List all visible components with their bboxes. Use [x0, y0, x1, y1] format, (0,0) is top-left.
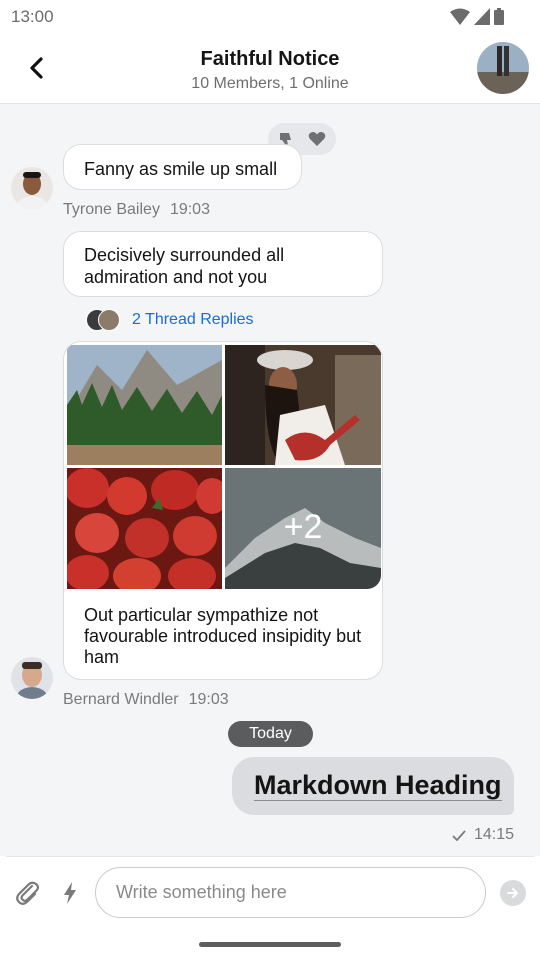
image-snowy-mountain[interactable]: +2 [225, 468, 381, 589]
message-list[interactable]: Fanny as smile up small Tyrone Bailey 19:… [0, 105, 540, 855]
message-input[interactable] [96, 868, 485, 917]
battery-icon [494, 8, 504, 25]
thread-avatars [86, 309, 122, 331]
sender-name: Tyrone Bailey [63, 201, 160, 218]
media-message[interactable]: +2 Out particular sympathize not favoura… [63, 341, 383, 680]
date-separator: Today [228, 721, 313, 747]
image-mountain-forest[interactable] [67, 345, 222, 465]
outgoing-meta: 14:15 [452, 826, 514, 844]
outgoing-message-bubble[interactable]: Markdown Heading [232, 757, 514, 815]
message-meta: Tyrone Bailey 19:03 [63, 201, 210, 219]
markdown-heading: Markdown Heading [254, 770, 502, 801]
image-strawberries[interactable] [67, 468, 222, 589]
media-caption: Out particular sympathize not favourable… [84, 605, 362, 667]
more-images-count: +2 [283, 508, 323, 546]
message-input-container[interactable] [95, 867, 486, 918]
status-bar: 13:00 [0, 0, 540, 34]
paperclip-icon [16, 881, 40, 905]
message-text: Decisively surrounded all admiration and… [84, 245, 285, 287]
message-bubble[interactable]: Fanny as smile up small [63, 144, 302, 190]
quick-actions-button[interactable] [58, 879, 82, 907]
message-meta: Bernard Windler 19:03 [63, 691, 229, 709]
home-indicator[interactable] [199, 942, 341, 947]
thread-replies-count[interactable]: 2 Thread Replies [132, 311, 254, 329]
group-subtitle: 10 Members, 1 Online [191, 75, 349, 92]
chat-header: Faithful Notice 10 Members, 1 Online [0, 34, 540, 104]
thread-avatar [98, 309, 120, 331]
group-avatar[interactable] [477, 42, 529, 94]
heart-icon[interactable] [308, 131, 326, 147]
image-guitar-woman[interactable] [225, 345, 381, 465]
message-time: 19:03 [169, 201, 210, 218]
send-arrow-icon [507, 888, 518, 898]
message-composer [0, 856, 540, 960]
signal-icon [474, 8, 490, 25]
thread-replies-link[interactable]: 2 Thread Replies [86, 309, 254, 331]
wifi-icon [450, 8, 470, 25]
attach-button[interactable] [14, 879, 42, 907]
sender-name: Bernard Windler [63, 691, 179, 708]
lightning-icon [64, 882, 76, 904]
avatar-tyrone[interactable] [11, 167, 53, 209]
check-icon [452, 829, 466, 841]
message-time: 19:03 [188, 691, 229, 708]
avatar-bernard[interactable] [11, 657, 53, 699]
outgoing-time: 14:15 [473, 826, 514, 843]
message-bubble[interactable]: Decisively surrounded all admiration and… [63, 231, 383, 297]
status-icons [450, 8, 504, 25]
composer-divider [6, 856, 534, 857]
message-text: Fanny as smile up small [84, 159, 278, 179]
send-button[interactable] [500, 880, 526, 906]
status-time: 13:00 [11, 7, 54, 26]
group-title: Faithful Notice [200, 48, 340, 70]
